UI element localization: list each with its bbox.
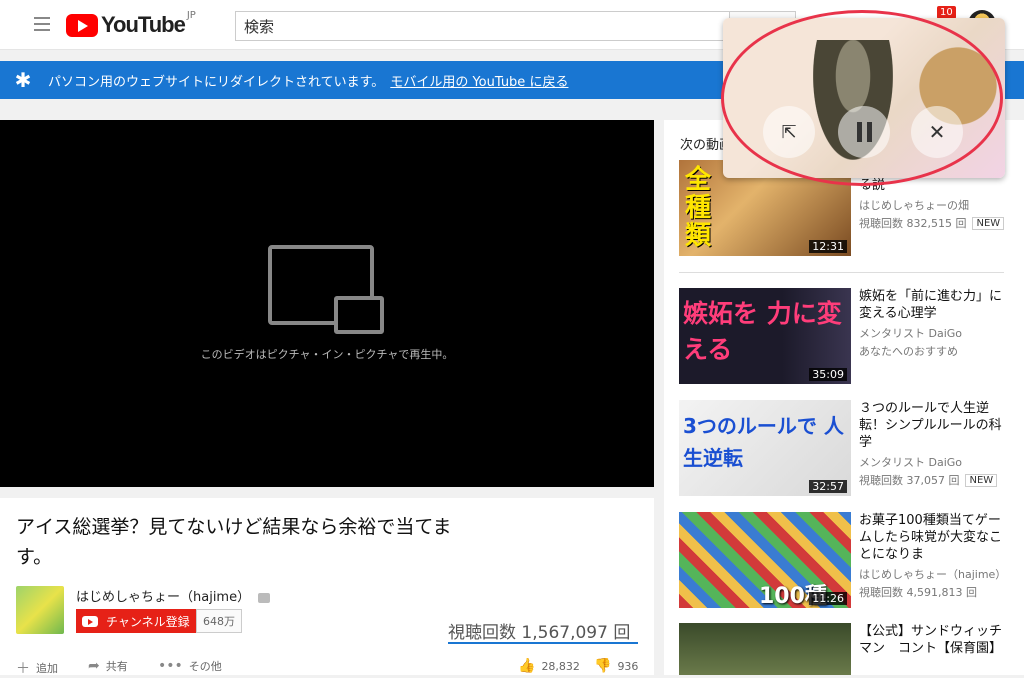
hamburger-menu-icon[interactable] xyxy=(34,17,50,31)
youtube-logo[interactable]: YouTube JP xyxy=(66,9,196,38)
close-icon: ✕ xyxy=(928,120,946,144)
pip-pause-button[interactable] xyxy=(838,106,890,158)
search-input[interactable]: 検索 xyxy=(235,11,730,41)
dislike-button[interactable]: 👎 936 xyxy=(594,658,638,674)
pip-window[interactable]: ⇱ ✕ xyxy=(723,18,1005,178)
video-actions: ＋ 追加 ➦ 共有 ••• その他 👍 28,832 👎 936 xyxy=(16,658,638,677)
dislike-count: 936 xyxy=(617,659,639,673)
view-count: 視聴回数 4,591,813 回 xyxy=(859,586,977,599)
divider xyxy=(679,272,1004,273)
video-thumbnail[interactable] xyxy=(679,623,851,675)
video-info: アイス総選挙？見てないけど結果なら余裕で当てます。 はじめしゃちょー（hajim… xyxy=(0,498,654,677)
logo-text: YouTube xyxy=(101,12,186,37)
video-title[interactable]: ３つのルールで人生逆転！シンプルルールの科学 xyxy=(859,400,1009,451)
like-button[interactable]: 👍 28,832 xyxy=(518,658,580,674)
video-title: アイス総選挙？見てないけど結果なら余裕で当てます。 xyxy=(16,516,452,568)
pause-icon xyxy=(856,122,872,142)
pip-return-button[interactable]: ⇱ xyxy=(763,106,815,158)
return-to-tab-icon: ⇱ xyxy=(781,121,797,143)
plus-icon: ＋ xyxy=(16,661,30,677)
subscribe-button[interactable]: チャンネル登録 xyxy=(76,609,198,633)
add-label: 追加 xyxy=(36,662,58,675)
subscribe-label: チャンネル登録 xyxy=(106,614,190,629)
youtube-play-icon xyxy=(66,13,98,37)
thumbnail-caption: 全種類 xyxy=(685,165,712,251)
up-next-sidebar: 次の動画 全種類 12:31 寄付すれば無限に食べれる説 はじめしゃちょーの畑 … xyxy=(664,120,1024,675)
channel-name: はじめしゃちょーの畑 xyxy=(859,199,969,212)
video-thumbnail[interactable]: 100種 11:26 xyxy=(679,512,851,608)
more-button[interactable]: ••• その他 xyxy=(158,658,222,674)
thumbs-up-icon: 👍 xyxy=(518,658,536,674)
picture-in-picture-icon xyxy=(268,245,386,357)
asterisk-icon: ✱ xyxy=(14,68,32,92)
recommendation-reason: あなたへのおすすめ xyxy=(859,345,958,358)
share-arrow-icon: ➦ xyxy=(88,658,100,674)
video-duration: 11:26 xyxy=(809,592,847,605)
channel-name-text: はじめしゃちょー（hajime） xyxy=(76,590,251,605)
list-item[interactable]: 3つのルールで 人生逆転 32:57 ３つのルールで人生逆転！シンプルルールの科… xyxy=(679,400,1019,496)
like-count: 28,832 xyxy=(541,659,580,673)
more-label: その他 xyxy=(188,660,222,673)
subscriber-count: 648万 xyxy=(196,609,242,633)
youtube-play-icon xyxy=(82,615,98,627)
view-count: 視聴回数 1,567,097 回 xyxy=(448,623,631,643)
video-duration: 12:31 xyxy=(809,240,847,253)
video-thumbnail[interactable]: 3つのルールで 人生逆転 32:57 xyxy=(679,400,851,496)
new-badge: NEW xyxy=(965,473,998,487)
thumbnail-caption: 嫉妬を 力に変える xyxy=(683,299,842,364)
channel-avatar[interactable] xyxy=(16,586,64,634)
more-dots-icon: ••• xyxy=(158,658,183,674)
view-count: 視聴回数 832,515 回 xyxy=(859,217,967,230)
video-title[interactable]: 【公式】サンドウィッチマン コント【保育園】 xyxy=(859,623,1009,657)
video-duration: 35:09 xyxy=(809,368,847,381)
thumbs-down-icon: 👎 xyxy=(594,658,612,674)
channel-name: はじめしゃちょー（hajime） xyxy=(859,568,1007,581)
add-button[interactable]: ＋ 追加 xyxy=(16,658,58,678)
video-title[interactable]: お菓子100種類当てゲームしたら味覚が大変なことになりま xyxy=(859,512,1009,563)
channel-name: メンタリスト DaiGo xyxy=(859,327,963,340)
banner-text: パソコン用のウェブサイトにリダイレクトされています。 xyxy=(48,74,385,90)
list-item[interactable]: 100種 11:26 お菓子100種類当てゲームしたら味覚が大変なことになりま … xyxy=(679,512,1019,608)
like-ratio-bar xyxy=(448,642,638,644)
list-item[interactable]: 【公式】サンドウィッチマン コント【保育園】 xyxy=(679,623,1019,675)
verified-icon xyxy=(258,592,271,603)
video-player[interactable]: このビデオはピクチャ・イン・ピクチャで再生中。 xyxy=(0,120,654,487)
list-item[interactable]: 嫉妬を 力に変える 35:09 嫉妬を「前に進む力」に変える心理学 メンタリスト… xyxy=(679,288,1019,384)
pip-message: このビデオはピクチャ・イン・ピクチャで再生中。 xyxy=(200,348,454,361)
pip-close-button[interactable]: ✕ xyxy=(911,106,963,158)
channel-name[interactable]: はじめしゃちょー（hajime） xyxy=(76,586,271,605)
channel-name: メンタリスト DaiGo xyxy=(859,456,963,469)
share-label: 共有 xyxy=(105,660,128,673)
logo-region: JP xyxy=(186,9,196,21)
share-button[interactable]: ➦ 共有 xyxy=(88,658,128,674)
view-count: 視聴回数 37,057 回 xyxy=(859,474,960,487)
mobile-site-link[interactable]: モバイル用の YouTube に戻る xyxy=(390,71,568,90)
thumbnail-caption: 3つのルールで 人生逆転 xyxy=(683,414,844,470)
video-duration: 32:57 xyxy=(809,480,847,493)
video-thumbnail[interactable]: 嫉妬を 力に変える 35:09 xyxy=(679,288,851,384)
video-title[interactable]: 嫉妬を「前に進む力」に変える心理学 xyxy=(859,288,1009,322)
new-badge: NEW xyxy=(972,216,1005,230)
